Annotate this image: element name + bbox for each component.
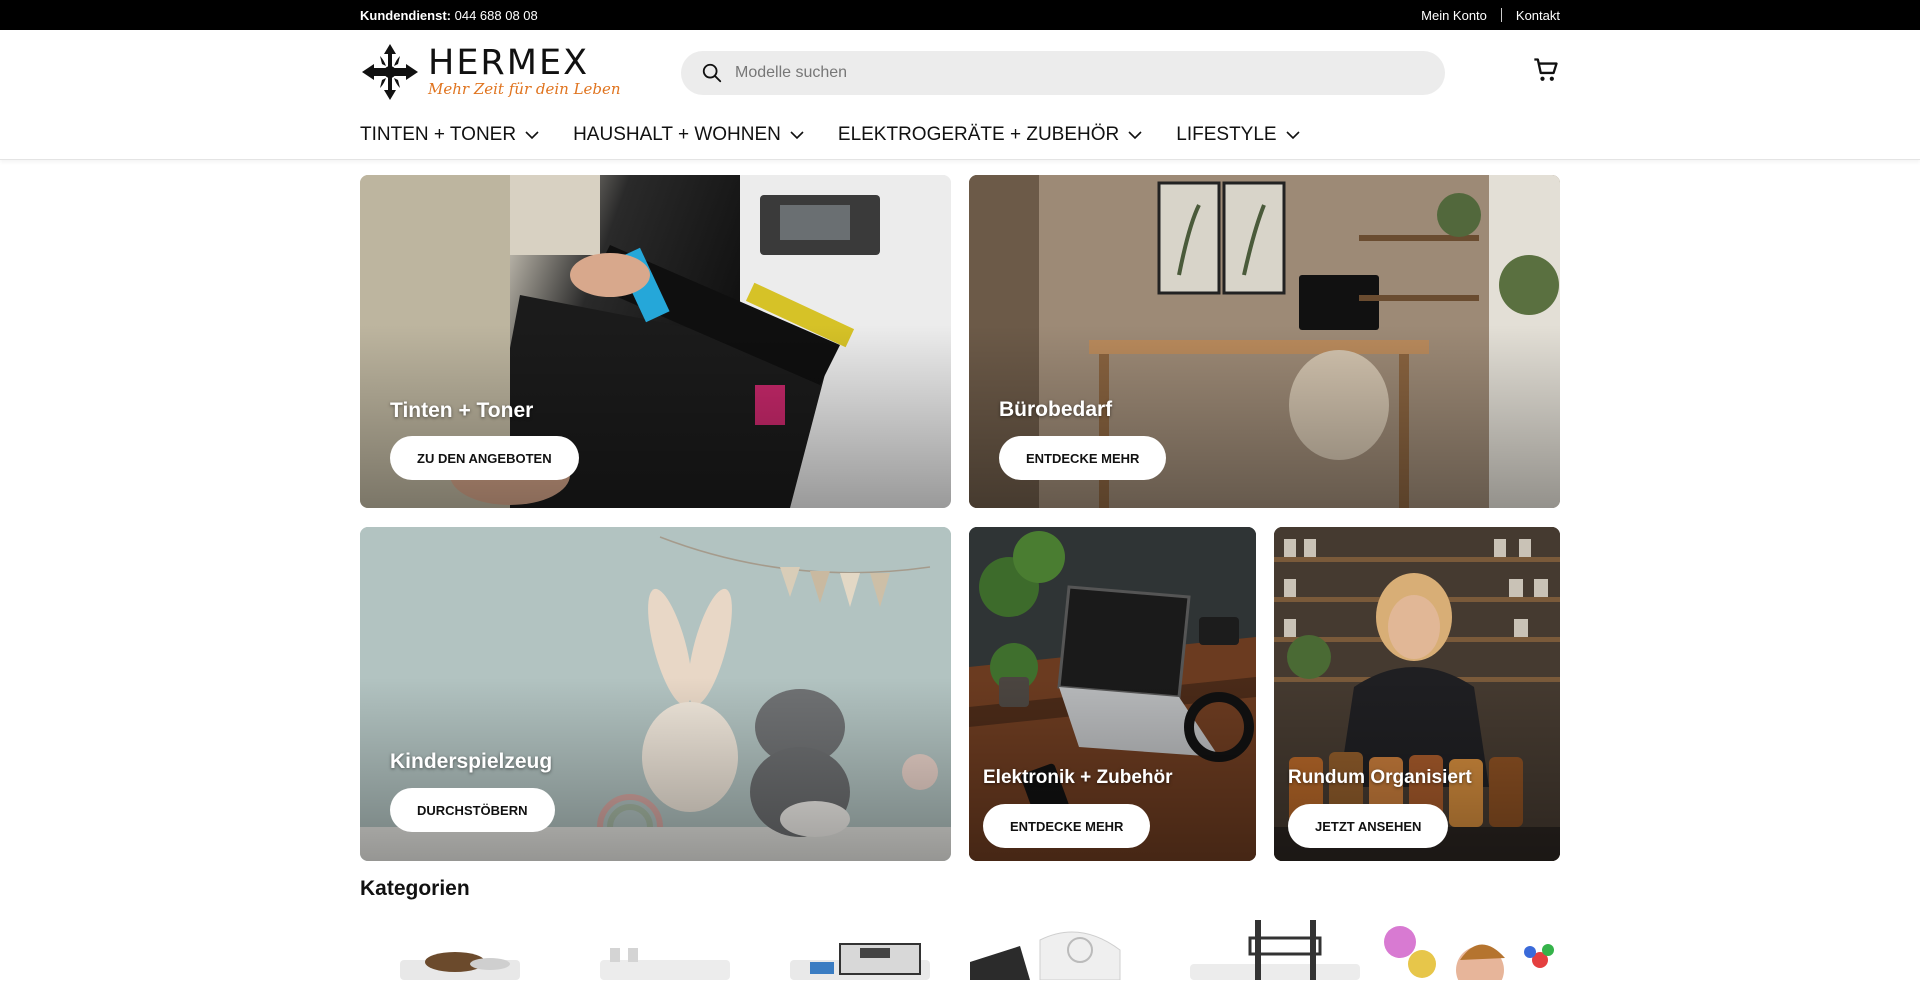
promo-tile-elektronik[interactable]: Elektronik + Zubehör ENTDECKE MEHR	[969, 527, 1256, 861]
tile-title: Tinten + Toner	[390, 399, 534, 422]
logo-name: HERMEX	[428, 43, 590, 83]
category-thumb-home[interactable]	[580, 920, 730, 980]
category-thumb-lifestyle[interactable]	[1380, 920, 1560, 980]
promo-grid: Tinten + Toner ZU DEN ANGEBOTEN Bürobeda…	[360, 160, 1560, 861]
hermex-cross-icon	[362, 44, 418, 100]
category-thumb-electronics[interactable]	[970, 920, 1140, 980]
customer-service: Kundendienst: 044 688 08 08	[360, 8, 538, 23]
main-navigation: TINTEN + TONER HAUSHALT + WOHNEN ELEKTRO…	[360, 124, 1334, 146]
tile-button[interactable]: DURCHSTÖBERN	[390, 788, 555, 832]
nav-item-elektrogeraete[interactable]: ELEKTROGERÄTE + ZUBEHÖR	[838, 124, 1143, 146]
top-bar: Kundendienst: 044 688 08 08 Mein Konto K…	[0, 0, 1920, 30]
tile-title: Rundum Organisiert	[1288, 767, 1472, 788]
chevron-down-icon	[525, 131, 539, 140]
search-bar[interactable]	[681, 51, 1445, 95]
tile-button[interactable]: ZU DEN ANGEBOTEN	[390, 436, 579, 480]
nav-label: ELEKTROGERÄTE + ZUBEHÖR	[837, 124, 1120, 145]
divider	[1500, 8, 1502, 22]
tile-button[interactable]: ENTDECKE MEHR	[983, 804, 1151, 848]
my-account-link[interactable]: Mein Konto	[1407, 8, 1501, 23]
logo-slogan: Mehr Zeit für dein Leben	[428, 80, 621, 98]
promo-tile-organisiert[interactable]: Rundum Organisiert JETZT ANSEHEN	[1274, 527, 1560, 861]
category-thumb-printer[interactable]	[780, 920, 930, 980]
nav-label: TINTEN + TONER	[360, 124, 517, 145]
tile-title: Bürobedarf	[999, 398, 1113, 421]
tile-button[interactable]: JETZT ANSEHEN	[1288, 804, 1449, 848]
top-links: Mein Konto Kontakt	[1407, 8, 1560, 23]
promo-tile-tinten-toner[interactable]: Tinten + Toner ZU DEN ANGEBOTEN	[360, 175, 951, 508]
site-header: HERMEX Mehr Zeit für dein Leben TINTEN +…	[0, 30, 1920, 160]
chevron-down-icon	[1128, 131, 1142, 140]
promo-tile-kinderspielzeug[interactable]: Kinderspielzeug DURCHSTÖBERN	[360, 527, 951, 861]
cart-icon[interactable]	[1532, 56, 1560, 84]
nav-label: HAUSHALT + WOHNEN	[573, 124, 781, 145]
categories-heading: Kategorien	[360, 877, 470, 900]
customer-service-phone[interactable]: 044 688 08 08	[455, 8, 538, 23]
chevron-down-icon	[1286, 131, 1300, 140]
category-thumb-pet-bowl[interactable]	[380, 920, 530, 980]
promo-tile-buerobedarf[interactable]: Bürobedarf ENTDECKE MEHR	[969, 175, 1560, 508]
customer-service-label: Kundendienst:	[360, 7, 451, 23]
tile-title: Elektronik + Zubehör	[983, 767, 1173, 788]
nav-item-lifestyle[interactable]: LIFESTYLE	[1176, 124, 1300, 146]
search-icon[interactable]	[701, 62, 723, 84]
contact-link[interactable]: Kontakt	[1502, 8, 1560, 23]
nav-item-tinten-toner[interactable]: TINTEN + TONER	[360, 124, 540, 146]
categories-carousel	[360, 920, 1560, 980]
nav-label: LIFESTYLE	[1176, 124, 1277, 145]
logo[interactable]: HERMEX Mehr Zeit für dein Leben	[360, 42, 621, 102]
tile-button[interactable]: ENTDECKE MEHR	[999, 436, 1167, 480]
tile-title: Kinderspielzeug	[390, 750, 553, 773]
search-input[interactable]	[735, 64, 1415, 82]
nav-item-haushalt-wohnen[interactable]: HAUSHALT + WOHNEN	[573, 124, 805, 146]
category-thumb-tv-mount[interactable]	[1190, 920, 1360, 980]
chevron-down-icon	[790, 131, 804, 140]
